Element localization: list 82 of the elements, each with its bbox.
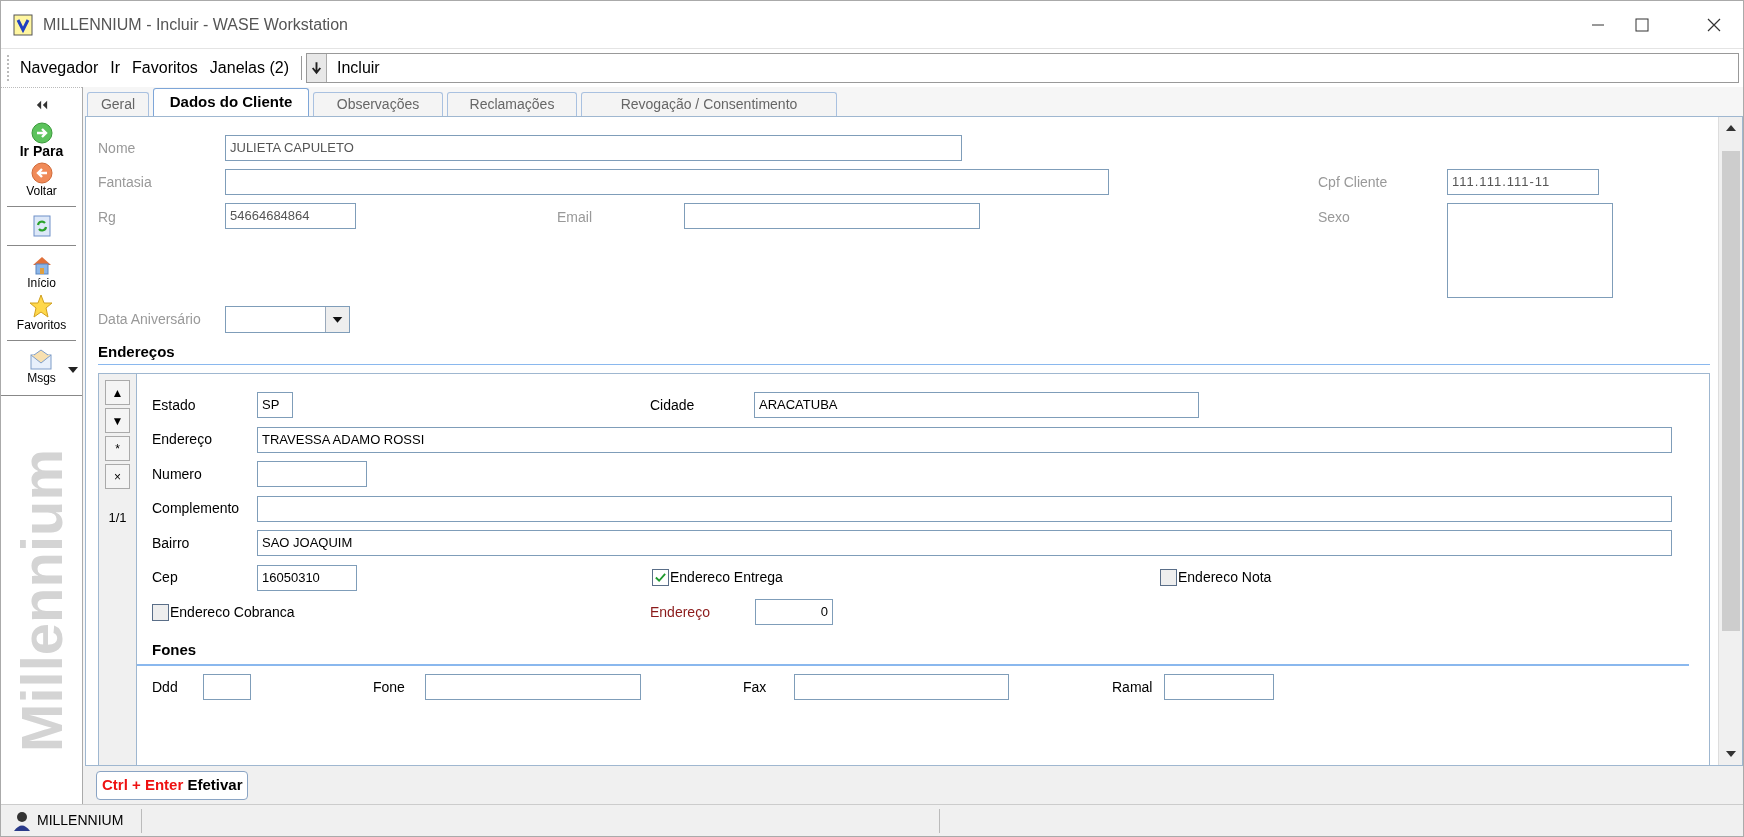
field-label: Estado <box>152 395 197 415</box>
field-label: Fantasia <box>98 172 153 192</box>
scroll-up-icon[interactable] <box>1725 125 1736 131</box>
text-field[interactable]: TRAVESSA ADAMO ROSSI <box>257 426 1672 453</box>
checkbox[interactable] <box>152 603 169 621</box>
scroll-down-icon[interactable] <box>1725 751 1736 757</box>
menu-item[interactable]: Navegador <box>20 56 99 80</box>
field-label: Data Aniversário <box>98 310 202 329</box>
checkbox-label: Endereco Entrega <box>670 568 783 587</box>
text-field[interactable]: SP <box>257 392 293 418</box>
text-field[interactable] <box>1164 674 1274 700</box>
tab[interactable]: Reclamações <box>447 92 577 116</box>
tab[interactable]: Dados do Cliente <box>153 88 309 116</box>
menu-item[interactable]: Favoritos <box>132 56 198 80</box>
checkbox-label: Endereco Nota <box>1178 568 1272 587</box>
user-silhouette-icon <box>13 810 31 831</box>
status-text: MILLENNIUM <box>37 811 124 830</box>
sidebar-button[interactable]: Favoritos <box>14 292 69 334</box>
tab[interactable]: Revogação / Consentimento <box>581 92 837 116</box>
maximize-icon[interactable] <box>1635 17 1649 32</box>
star-icon <box>29 294 54 318</box>
menu-item[interactable]: Ir <box>110 56 121 80</box>
text-field[interactable]: SAO JOAQUIM <box>257 530 1672 556</box>
scrollbar[interactable] <box>1718 117 1742 765</box>
tab[interactable]: Geral <box>87 92 149 116</box>
text-field[interactable] <box>225 169 1109 195</box>
text-field[interactable]: 0 <box>755 599 833 625</box>
section-heading: Endereços <box>98 343 175 360</box>
text-field[interactable]: JULIETA CAPULETO <box>225 135 962 161</box>
submit-button[interactable]: Ctrl + Enter Efetivar <box>96 770 249 800</box>
close-icon[interactable] <box>1707 17 1721 32</box>
field-label: Ddd <box>152 677 179 697</box>
field-label: Sexo <box>1318 208 1351 227</box>
field-label: Rg <box>98 208 117 227</box>
address-field[interactable]: Incluir <box>306 53 1739 83</box>
field-label: Nome <box>98 138 137 158</box>
checkbox[interactable] <box>652 569 669 586</box>
collapse-icon[interactable] <box>35 100 48 110</box>
envelope-icon <box>29 349 54 371</box>
app-icon <box>13 13 33 36</box>
field-label: Cidade <box>650 395 696 415</box>
text-field[interactable] <box>257 461 367 487</box>
sidebar-button[interactable]: Início <box>25 252 58 292</box>
field-label: Fax <box>743 677 768 697</box>
sidebar-button[interactable]: Voltar <box>24 160 59 200</box>
section-heading: Fones <box>152 640 197 658</box>
caret-icon[interactable] <box>68 367 78 373</box>
tab[interactable]: Observações <box>313 92 443 116</box>
field-label: Email <box>557 208 593 227</box>
list-box[interactable] <box>1447 203 1613 298</box>
window-title: MILLENNIUM - Incluir - WASE Workstation <box>43 14 348 35</box>
field-label: Endereço <box>152 430 213 449</box>
text-field[interactable] <box>684 203 980 229</box>
text-field[interactable]: 16050310 <box>257 564 357 591</box>
text-field[interactable]: 54664684864 <box>225 203 356 229</box>
check-icon <box>654 571 667 584</box>
text-field[interactable] <box>425 674 641 700</box>
checkbox-label: Endereco Cobranca <box>170 602 295 622</box>
menu-item[interactable]: Janelas (2) <box>209 56 289 80</box>
field-label: Ramal <box>1112 677 1154 697</box>
checkbox[interactable] <box>1160 569 1177 586</box>
nav-button[interactable]: ▼ <box>105 408 130 433</box>
field-label: Cep <box>152 568 179 587</box>
field-label: Cpf Cliente <box>1318 172 1389 192</box>
nav-button[interactable]: ▲ <box>105 380 130 405</box>
nav-button[interactable]: × <box>105 464 130 489</box>
text-field[interactable] <box>257 495 1672 522</box>
text-field[interactable]: 111.111.111-11 <box>1447 169 1599 195</box>
text-field[interactable] <box>203 674 251 700</box>
field-label: Fone <box>373 677 406 697</box>
text-field[interactable] <box>794 674 1009 700</box>
text-field[interactable]: ARACATUBA <box>754 392 1199 418</box>
sidebar-button[interactable]: Msgs <box>25 347 58 387</box>
field-label: Endereço <box>650 602 711 622</box>
field-label: Numero <box>152 464 203 484</box>
caret-icon[interactable] <box>325 307 349 332</box>
field-label: Complemento <box>152 499 241 518</box>
nav-button[interactable]: * <box>105 436 130 461</box>
field-label: Bairro <box>152 533 191 553</box>
record-counter: 1/1 <box>108 509 127 527</box>
sidebar-button[interactable]: Ir Para <box>17 120 66 160</box>
refresh-icon <box>31 215 52 237</box>
